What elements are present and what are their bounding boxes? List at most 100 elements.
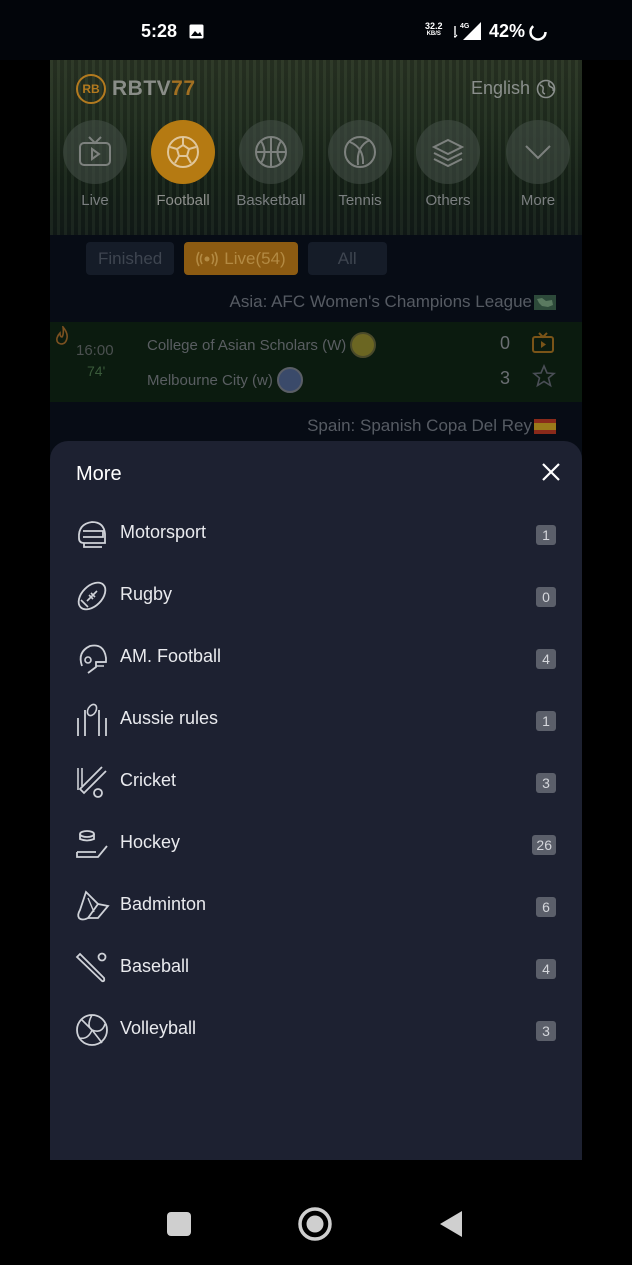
home-team-name: College of Asian Scholars (W) [147, 336, 347, 354]
league-name: Asia: AFC Women's Champions League [229, 292, 532, 311]
sport-count-badge: 4 [536, 649, 556, 669]
globe-icon [536, 79, 556, 98]
league-name-2: Spain: Spanish Copa Del Rey [307, 416, 532, 435]
basketball-icon [255, 136, 287, 168]
sport-count-badge: 1 [536, 525, 556, 545]
league-header-2[interactable]: Spain: Spanish Copa Del Rey [307, 416, 556, 436]
hot-icon [56, 326, 68, 345]
sport-item-badminton[interactable]: Badminton 6 [50, 876, 582, 936]
match-minute: 74' [87, 363, 106, 379]
tab-others-label: Others [425, 192, 471, 209]
shuttlecock-icon [77, 890, 110, 921]
sport-item-cricket[interactable]: Cricket 3 [50, 752, 582, 812]
home-team-crest-icon [350, 332, 377, 358]
language-selector[interactable]: English [471, 78, 556, 99]
tab-tennis[interactable]: Tennis [315, 120, 405, 209]
home-icon[interactable] [297, 1206, 333, 1242]
sport-item-rugby[interactable]: Rugby 0 [50, 566, 582, 626]
tab-more[interactable]: More [493, 120, 582, 209]
tab-tennis-label: Tennis [338, 192, 382, 209]
broadcast-icon [196, 251, 219, 266]
match-row[interactable]: 16:00 74' College of Asian Scholars (W) … [50, 322, 582, 402]
volleyball-icon [76, 1014, 108, 1046]
sport-name: Rugby [120, 584, 173, 604]
tab-live[interactable]: Live [50, 120, 140, 209]
sport-name: AM. Football [120, 646, 222, 666]
league-header[interactable]: Asia: AFC Women's Champions League [230, 292, 556, 312]
favorite-star-icon[interactable] [532, 364, 556, 388]
away-team: Melbourne City (w) [147, 367, 303, 393]
football-helmet-icon [79, 644, 107, 674]
sport-name: Motorsport [120, 522, 207, 542]
sport-count-badge: 26 [532, 835, 556, 855]
gallery-icon [189, 24, 204, 39]
sport-count-badge: 3 [536, 773, 556, 793]
hockey-icon [76, 830, 108, 858]
sport-name: Baseball [120, 956, 190, 976]
helmet-icon [78, 521, 106, 548]
brand-logo[interactable]: RB RBTV77 [76, 74, 196, 104]
asia-flag-icon [534, 294, 556, 310]
sport-name: Hockey [120, 832, 181, 852]
sport-count-badge: 0 [536, 587, 556, 607]
brand-name: RBTV77 [112, 77, 196, 100]
sport-item-baseball[interactable]: Baseball 4 [50, 938, 582, 998]
match-time: 16:00 [76, 342, 114, 359]
system-nav-bar [0, 1160, 632, 1265]
close-icon[interactable] [540, 461, 562, 483]
sport-count-badge: 4 [536, 959, 556, 979]
layers-icon [431, 138, 465, 168]
battery-level: 42% [489, 21, 526, 41]
filter-live-label: Live(54) [224, 249, 286, 268]
sport-item-aussie-rules[interactable]: Aussie rules 1 [50, 690, 582, 750]
spain-flag-icon [534, 418, 556, 434]
tab-live-label: Live [81, 192, 109, 209]
back-icon[interactable] [438, 1209, 464, 1239]
sport-item-am-football[interactable]: AM. Football 4 [50, 628, 582, 688]
sport-item-hockey[interactable]: Hockey 26 [50, 814, 582, 874]
rugby-ball-icon [77, 581, 107, 611]
tab-more-label: More [520, 192, 556, 209]
language-label: English [470, 78, 530, 98]
goalposts-icon [77, 703, 107, 736]
signal-icon: 4G [454, 22, 481, 40]
tab-football-label: Football [156, 192, 210, 209]
baseball-bat-icon [75, 952, 107, 983]
away-score: 3 [499, 368, 510, 388]
status-filters: Finished Live(54) All [86, 242, 387, 275]
sport-name: Cricket [120, 770, 177, 790]
status-time: 5:28 [141, 21, 178, 41]
header-banner: RB RBTV77 English Live Football Basketba… [50, 60, 582, 235]
svg-text:4G: 4G [460, 23, 470, 30]
sport-count-badge: 6 [536, 897, 556, 917]
tab-basketball[interactable]: Basketball [226, 120, 316, 209]
category-tabs: Live Football Basketball Tennis Others M… [50, 120, 582, 215]
more-sheet: More Motorsport 1 Rugby 0 AM. Football 4… [50, 441, 582, 1160]
away-team-name: Melbourne City (w) [147, 371, 273, 389]
logo-badge: RB [76, 74, 106, 104]
soccer-ball-icon [167, 136, 199, 168]
filter-finished[interactable]: Finished [86, 242, 175, 275]
filter-live[interactable]: Live(54) [184, 242, 298, 275]
network-speed: 32.2 KB/S [425, 21, 443, 38]
tv-icon [79, 136, 111, 166]
sport-name: Badminton [120, 894, 207, 914]
tab-basketball-label: Basketball [236, 192, 306, 209]
filter-all[interactable]: All [307, 242, 387, 275]
tab-football[interactable]: Football [138, 120, 228, 209]
away-team-crest-icon [276, 367, 303, 393]
sport-item-motorsport[interactable]: Motorsport 1 [50, 504, 582, 564]
sport-count-badge: 1 [536, 711, 556, 731]
live-tv-icon[interactable] [532, 332, 554, 354]
sport-item-volleyball[interactable]: Volleyball 3 [50, 1000, 582, 1060]
tennis-ball-icon [344, 136, 376, 168]
recents-icon[interactable] [166, 1211, 192, 1237]
battery-ring-icon [529, 23, 547, 41]
sport-count-badge: 3 [536, 1021, 556, 1041]
cricket-icon [77, 766, 107, 798]
tab-others[interactable]: Others [403, 120, 493, 209]
chevron-down-icon [525, 145, 551, 160]
sport-name: Aussie rules [120, 708, 219, 728]
home-team: College of Asian Scholars (W) [147, 332, 377, 358]
status-bar: 5:28 32.2 KB/S 4G 42% [0, 0, 632, 60]
